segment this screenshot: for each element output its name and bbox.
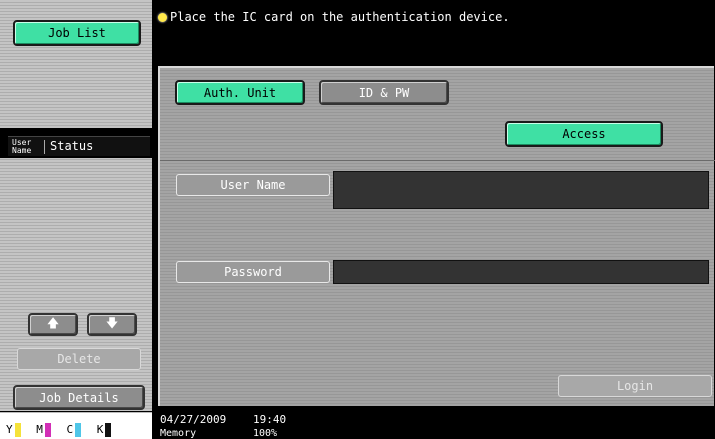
toner-letter-c: C bbox=[66, 423, 74, 436]
message-text: Place the IC card on the authentication … bbox=[170, 10, 510, 24]
lightbulb-icon bbox=[158, 13, 167, 22]
toner-status: Y M C K bbox=[0, 412, 152, 439]
password-label-button[interactable]: Password bbox=[176, 261, 330, 283]
toner-letter-y: Y bbox=[6, 423, 13, 436]
toner-bar-c bbox=[75, 422, 82, 437]
message-bar: Place the IC card on the authentication … bbox=[152, 0, 715, 58]
job-details-button[interactable]: Job Details bbox=[13, 385, 145, 410]
time-text: 19:40 bbox=[253, 413, 287, 426]
col-status: Status bbox=[50, 139, 94, 153]
footer: 04/27/2009 19:40 Memory 100% bbox=[152, 410, 715, 439]
toner-bar-k bbox=[105, 422, 112, 437]
job-list-area bbox=[0, 158, 152, 411]
id-pw-tab[interactable]: ID & PW bbox=[319, 80, 449, 105]
memory-value: 100% bbox=[253, 428, 278, 439]
user-name-label-button[interactable]: User Name bbox=[176, 174, 330, 196]
toner-letter-k: K bbox=[96, 423, 104, 436]
toner-letter-m: M bbox=[36, 423, 43, 436]
password-field[interactable] bbox=[333, 260, 709, 284]
toner-bar-m bbox=[44, 422, 51, 437]
scroll-down-button[interactable]: 🡇 bbox=[87, 313, 137, 336]
scroll-up-button[interactable]: 🡅 bbox=[28, 313, 78, 336]
down-arrow-icon: 🡇 bbox=[105, 316, 119, 330]
panel-divider bbox=[160, 160, 715, 161]
col-divider bbox=[44, 140, 45, 154]
memory-label: Memory bbox=[160, 428, 197, 439]
up-arrow-icon: 🡅 bbox=[46, 316, 60, 330]
delete-button[interactable]: Delete bbox=[17, 348, 141, 370]
job-list-header: User Name Status bbox=[8, 136, 150, 156]
access-button[interactable]: Access bbox=[505, 121, 663, 147]
col-user-name: User Name bbox=[12, 138, 32, 155]
job-list-button[interactable]: Job List bbox=[13, 20, 141, 46]
toner-bar-y bbox=[14, 422, 21, 437]
auth-unit-tab[interactable]: Auth. Unit bbox=[175, 80, 305, 105]
date-text: 04/27/2009 bbox=[160, 413, 227, 426]
password-value bbox=[334, 261, 708, 269]
user-name-field[interactable] bbox=[333, 171, 709, 209]
login-button[interactable]: Login bbox=[558, 375, 712, 397]
user-name-value bbox=[334, 172, 708, 180]
main-panel: Auth. Unit ID & PW Access User Name Pass… bbox=[158, 66, 715, 406]
